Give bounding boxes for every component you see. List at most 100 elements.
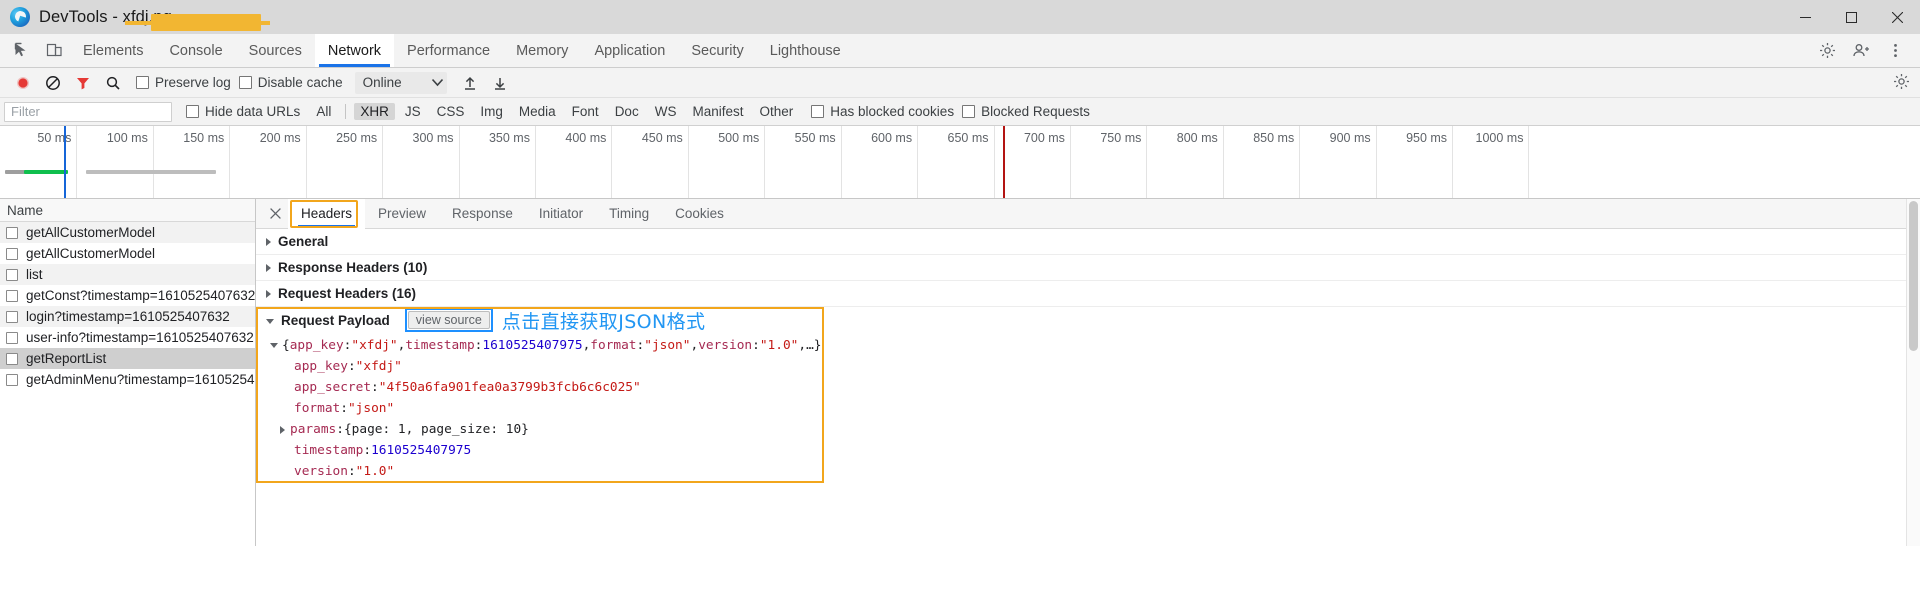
tab-elements[interactable]: Elements — [70, 34, 156, 67]
chevron-right-icon[interactable] — [280, 425, 285, 434]
account-icon[interactable] — [1844, 42, 1878, 59]
section-response-headers[interactable]: Response Headers (10) — [256, 255, 1920, 281]
table-row[interactable]: getConst?timestamp=1610525407632 — [0, 285, 255, 306]
filter-icon[interactable] — [68, 69, 98, 97]
tab-cookies[interactable]: Cookies — [662, 199, 737, 229]
request-list: Name getAllCustomerModel getAllCustomerMo… — [0, 199, 256, 546]
filter-input[interactable]: Filter — [4, 101, 172, 122]
tab-console[interactable]: Console — [156, 34, 235, 67]
table-row[interactable]: list — [0, 264, 255, 285]
minimize-button[interactable] — [1782, 0, 1828, 34]
checkbox-box — [186, 105, 199, 118]
json-root-row[interactable]: {app_key: "xfdj", timestamp: 16105254079… — [256, 335, 1920, 356]
table-row[interactable]: login?timestamp=1610525407632 — [0, 306, 255, 327]
tab-network[interactable]: Network — [314, 34, 395, 67]
timeline-request-bar — [5, 170, 25, 174]
tab-preview[interactable]: Preview — [365, 199, 439, 229]
timeline-tick — [764, 126, 766, 198]
gear-icon[interactable] — [1893, 73, 1910, 93]
section-request-headers[interactable]: Request Headers (16) — [256, 281, 1920, 307]
more-vertical-icon[interactable] — [1878, 42, 1912, 59]
checkbox-box — [136, 76, 149, 89]
timeline-tick — [152, 126, 154, 198]
tab-initiator[interactable]: Initiator — [526, 199, 596, 229]
filter-type-media[interactable]: Media — [513, 103, 562, 120]
close-icon[interactable] — [262, 208, 288, 219]
tab-sources[interactable]: Sources — [236, 34, 315, 67]
tab-performance[interactable]: Performance — [394, 34, 503, 67]
section-general[interactable]: General — [256, 229, 1920, 255]
json-entry-row[interactable]: format: "json" — [256, 398, 1920, 419]
row-checkbox[interactable] — [6, 352, 18, 365]
request-name: getReportList — [26, 351, 107, 366]
row-checkbox[interactable] — [6, 289, 18, 302]
filter-type-js[interactable]: JS — [399, 103, 427, 120]
inspect-element-icon[interactable] — [6, 34, 38, 67]
tab-security[interactable]: Security — [678, 34, 756, 67]
row-checkbox[interactable] — [6, 310, 18, 323]
table-row[interactable]: getAllCustomerModel — [0, 222, 255, 243]
json-entry-row[interactable]: version: "1.0" — [256, 461, 1920, 482]
record-icon[interactable] — [8, 69, 38, 97]
filter-type-xhr[interactable]: XHR — [354, 103, 395, 120]
json-entry-row[interactable]: params: {page: 1, page_size: 10} — [256, 419, 1920, 440]
maximize-button[interactable] — [1828, 0, 1874, 34]
filter-type-manifest[interactable]: Manifest — [686, 103, 749, 120]
tab-application[interactable]: Application — [581, 34, 678, 67]
throttling-dropdown[interactable]: Online — [354, 71, 447, 94]
row-checkbox[interactable] — [6, 373, 18, 386]
table-row[interactable]: getAllCustomerModel — [0, 243, 255, 264]
preserve-log-checkbox[interactable]: Preserve log — [136, 75, 231, 90]
scrollbar-thumb[interactable] — [1909, 201, 1918, 351]
filter-type-ws[interactable]: WS — [649, 103, 683, 120]
filter-type-doc[interactable]: Doc — [609, 103, 645, 120]
json-entry-row[interactable]: app_secret: "4f50a6fa901fea0a3799b3fcb6c… — [256, 377, 1920, 398]
chevron-right-icon — [266, 289, 271, 298]
view-source-label: view source — [415, 313, 482, 327]
row-checkbox[interactable] — [6, 268, 18, 281]
network-toolbar-right — [1893, 73, 1920, 93]
view-source-button[interactable]: view source — [404, 308, 493, 332]
blocked-requests-checkbox[interactable]: Blocked Requests — [962, 104, 1090, 119]
download-har-icon[interactable] — [485, 69, 515, 97]
request-list-header[interactable]: Name — [0, 199, 255, 222]
filter-type-css[interactable]: CSS — [431, 103, 471, 120]
tab-label: Console — [169, 42, 223, 59]
filter-type-font[interactable]: Font — [566, 103, 605, 120]
tab-label: Network — [327, 42, 382, 59]
request-payload-header[interactable]: Request Payload view source 点击直接获取JSON格式 — [256, 307, 1920, 333]
tab-timing[interactable]: Timing — [596, 199, 662, 229]
filter-type-all[interactable]: All — [310, 103, 337, 120]
search-icon[interactable] — [98, 69, 128, 97]
json-entry-row[interactable]: timestamp: 1610525407975 — [256, 440, 1920, 461]
row-checkbox[interactable] — [6, 226, 18, 239]
request-detail-tab-bar: Headers Preview Response Initiator Timin… — [256, 199, 1920, 229]
row-checkbox[interactable] — [6, 331, 18, 344]
row-checkbox[interactable] — [6, 247, 18, 260]
device-toolbar-icon[interactable] — [38, 34, 70, 67]
json-token: : — [474, 338, 483, 353]
disable-cache-checkbox[interactable]: Disable cache — [238, 75, 343, 90]
json-entry-row[interactable]: app_key: "xfdj" — [256, 356, 1920, 377]
chevron-down-icon[interactable] — [270, 343, 278, 348]
checkbox-box — [962, 105, 976, 118]
clear-icon[interactable] — [38, 69, 68, 97]
has-blocked-cookies-checkbox[interactable]: Has blocked cookies — [811, 104, 954, 119]
tab-headers[interactable]: Headers — [288, 199, 366, 229]
table-row[interactable]: user-info?timestamp=1610525407632 — [0, 327, 255, 348]
timeline-tick-label: 350 ms — [488, 131, 530, 145]
table-row[interactable]: getReportList — [0, 348, 255, 369]
close-button[interactable] — [1874, 0, 1920, 34]
tab-memory[interactable]: Memory — [503, 34, 581, 67]
filter-type-other[interactable]: Other — [753, 103, 799, 120]
detail-scrollbar[interactable] — [1906, 199, 1920, 546]
gear-icon[interactable] — [1810, 42, 1844, 59]
upload-har-icon[interactable] — [455, 69, 485, 97]
filter-type-img[interactable]: Img — [474, 103, 509, 120]
table-row[interactable]: getAdminMenu?timestamp=161052540... — [0, 369, 255, 390]
hide-data-urls-checkbox[interactable]: Hide data URLs — [186, 104, 300, 119]
tab-response[interactable]: Response — [439, 199, 526, 229]
tab-lighthouse[interactable]: Lighthouse — [757, 34, 854, 67]
timeline-tick-label: 800 ms — [1176, 131, 1218, 145]
network-overview-timeline[interactable]: 50 ms 100 ms 150 ms 200 ms 250 ms 300 ms 350 m… — [0, 126, 1920, 199]
